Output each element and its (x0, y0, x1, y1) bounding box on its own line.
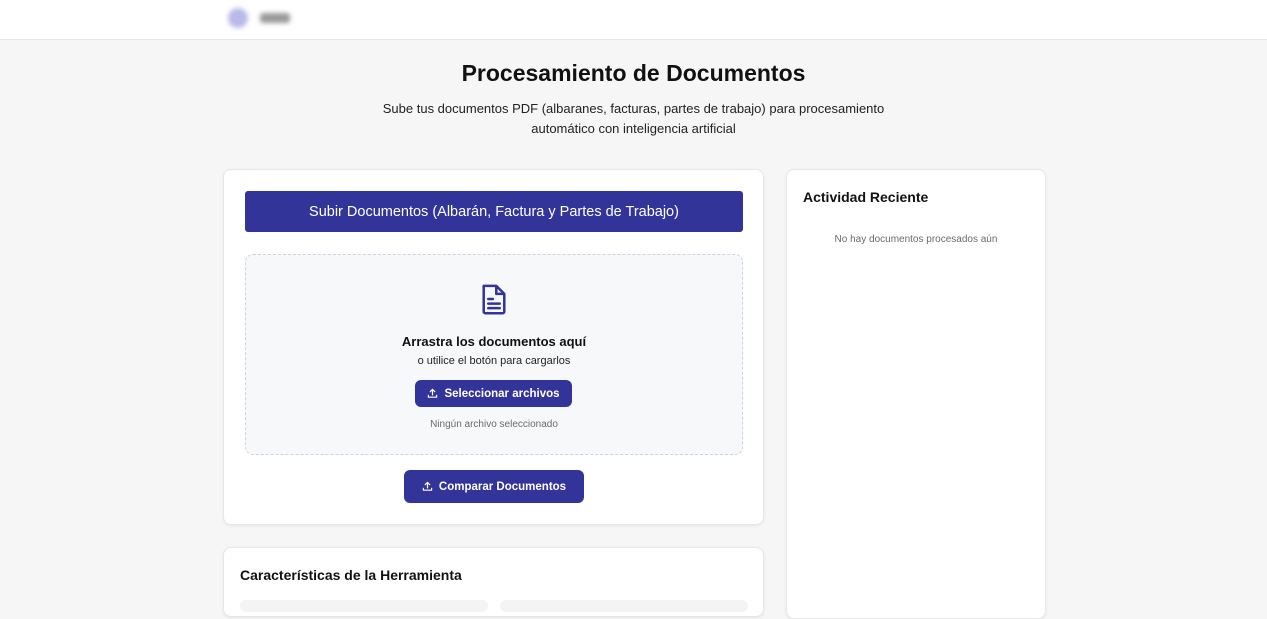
page-title: Procesamiento de Documentos (461, 60, 806, 86)
brand-logo (228, 8, 248, 28)
select-files-label: Seleccionar archivos (444, 387, 560, 400)
drop-zone-title: Arrastra los documentos aquí (401, 334, 587, 349)
file-text-icon (482, 284, 506, 315)
features-title: Características de la Herramienta (240, 567, 462, 583)
features-card: Características de la Herramienta (223, 547, 764, 617)
upload-icon (422, 481, 433, 491)
recent-activity-empty-state: No hay documentos procesados aún (834, 234, 998, 245)
select-files-button[interactable]: Seleccionar archivos (415, 380, 572, 407)
upload-documents-button[interactable]: Subir Documentos (Albarán, Factura y Par… (245, 191, 743, 232)
drop-zone[interactable]: Arrastra los documentos aquí o utilice e… (245, 254, 743, 455)
brand[interactable] (228, 8, 290, 28)
brand-name (260, 13, 290, 23)
compare-documents-label: Comparar Documentos (438, 480, 567, 493)
feature-item (500, 600, 748, 612)
selected-file-status: Ningún archivo seleccionado (430, 419, 558, 430)
page-subtitle: Sube tus documentos PDF (albaranes, fact… (382, 101, 885, 136)
top-navigation-bar (0, 0, 1267, 40)
upload-card: Subir Documentos (Albarán, Factura y Par… (223, 169, 764, 525)
feature-item (240, 600, 488, 612)
compare-documents-button[interactable]: Comparar Documentos (404, 470, 584, 503)
recent-activity-panel: Actividad Reciente No hay documentos pro… (786, 169, 1046, 619)
recent-activity-title: Actividad Reciente (803, 189, 929, 205)
drop-zone-hint: o utilice el botón para cargarlos (417, 355, 571, 367)
upload-icon (428, 388, 438, 398)
